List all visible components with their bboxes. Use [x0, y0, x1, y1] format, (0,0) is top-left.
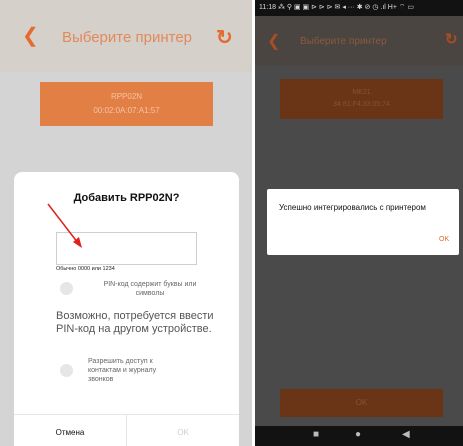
nav-stop-icon[interactable]: ■ — [313, 429, 319, 440]
status-icons: ⁂ ⚲ ▣ ▣ ⊳ ⊳ ⊳ ✉ ◂ ··· ✱ ⊘ ◷ .ıl H+ ⌔ ▭ — [277, 4, 415, 11]
nav-home-icon[interactable]: ● — [355, 429, 361, 440]
printer-name: ME21 — [352, 89, 371, 96]
refresh-icon[interactable]: ↻ — [216, 25, 233, 50]
page-title: Выберите принтер — [300, 36, 387, 47]
app-bar: ❮ Выберите принтер ↻ — [255, 16, 463, 66]
success-alert: Успешно интегрировались с принтером OK — [267, 189, 459, 255]
allow-access-checkbox[interactable] — [60, 364, 73, 377]
right-screen: 11:18 ⁂ ⚲ ▣ ▣ ⊳ ⊳ ⊳ ✉ ◂ ··· ✱ ⊘ ◷ .ıl H+… — [255, 0, 463, 446]
printer-mac: 00:02:0A:07:A1:57 — [93, 106, 160, 115]
pin-input[interactable] — [56, 232, 197, 265]
pin-hint: Обычно 0000 или 1234 — [56, 266, 115, 272]
pin-letters-label: PIN-код содержит буквы или символы — [103, 281, 197, 297]
back-arrow-icon[interactable]: ❮ — [267, 31, 280, 51]
back-arrow-icon[interactable]: ❮ — [22, 26, 39, 46]
printer-item[interactable]: ME21 34:81:F4:33:05:74 — [280, 79, 443, 119]
ok-button[interactable]: OK — [127, 428, 239, 437]
allow-access-label: Разрешить доступ к контактам и журналу з… — [88, 358, 157, 383]
nav-back-icon[interactable]: ◀ — [402, 429, 410, 440]
nav-bar: ■ ● ◀ — [255, 426, 463, 446]
alert-message: Успешно интегрировались с принтером — [279, 203, 426, 212]
bottom-ok-button[interactable]: OK — [280, 389, 443, 417]
printer-mac: 34:81:F4:33:05:74 — [333, 101, 390, 108]
pairing-dialog: Добавить RPP02N? Обычно 0000 или 1234 PI… — [14, 172, 239, 446]
status-time: 11:18 — [259, 4, 276, 11]
status-bar: 11:18 ⁂ ⚲ ▣ ▣ ⊳ ⊳ ⊳ ✉ ◂ ··· ✱ ⊘ ◷ .ıl H+… — [255, 0, 463, 16]
maybe-text: Возможно, потребуется ввести PIN-код на … — [56, 310, 214, 335]
left-screen: ❮ Выберите принтер ↻ RPP02N 00:02:0A:07:… — [0, 0, 252, 446]
cancel-button[interactable]: Отмена — [14, 428, 126, 437]
printer-name: RPP02N — [110, 92, 143, 101]
pin-letters-checkbox[interactable] — [60, 282, 73, 295]
alert-ok-button[interactable]: OK — [439, 236, 449, 243]
printer-item[interactable]: RPP02N 00:02:0A:07:A1:57 — [40, 82, 213, 126]
refresh-icon[interactable]: ↻ — [445, 30, 458, 48]
dialog-title: Добавить RPP02N? — [73, 192, 180, 204]
page-title: Выберите принтер — [62, 29, 192, 46]
app-bar: ❮ Выберите принтер ↻ — [0, 0, 252, 72]
